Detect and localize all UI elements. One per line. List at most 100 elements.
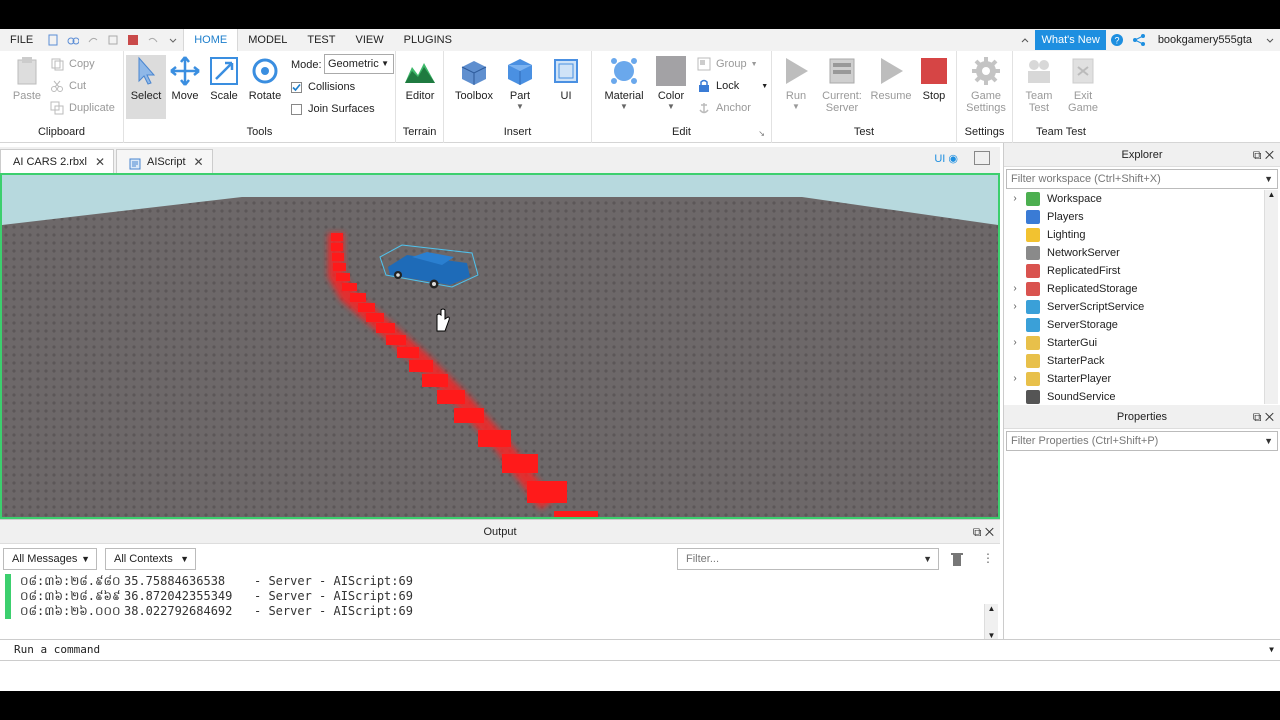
- share-icon[interactable]: [1132, 33, 1146, 47]
- rotate-button[interactable]: Rotate: [245, 55, 285, 102]
- run-button[interactable]: Run ▼: [776, 55, 816, 111]
- help-icon[interactable]: ?: [1110, 33, 1124, 47]
- menu-bar: FILE HOME MODEL TEST VIEW PLUGINS What's…: [0, 29, 1280, 51]
- duplicate-button[interactable]: Duplicate: [50, 101, 115, 115]
- team-test-label-line1: Team: [1025, 90, 1053, 102]
- tools-group: Select Move Scale Rotate Mode: Geometric…: [124, 51, 396, 143]
- tab-plugins[interactable]: PLUGINS: [394, 29, 462, 51]
- explorer-item-lighting[interactable]: Lighting: [1004, 226, 1266, 244]
- stop-small-icon[interactable]: [127, 34, 139, 46]
- collisions-checkbox[interactable]: Collisions: [291, 81, 355, 93]
- move-button[interactable]: Move: [165, 55, 205, 102]
- whats-new-button[interactable]: What's New: [1035, 30, 1106, 50]
- explorer-item-starterpack[interactable]: StarterPack: [1004, 352, 1266, 370]
- expand-chevron-icon[interactable]: ›: [1004, 190, 1026, 208]
- explorer-filter-placeholder: Filter workspace (Ctrl+Shift+X): [1011, 173, 1161, 185]
- scale-button[interactable]: Scale: [204, 55, 244, 102]
- messages-filter-dropdown[interactable]: All Messages ▼: [3, 548, 97, 570]
- scroll-up-icon[interactable]: ▲: [985, 604, 998, 613]
- cut-button[interactable]: Cut: [50, 79, 86, 93]
- explorer-filter-input[interactable]: Filter workspace (Ctrl+Shift+X) ▼: [1006, 169, 1278, 189]
- output-filter-input[interactable]: Filter... ▼: [677, 548, 939, 570]
- current-server-button[interactable]: Current: Server: [820, 55, 864, 114]
- chevron-down-icon[interactable]: ▼: [1269, 640, 1274, 660]
- explorer-item-networkserver[interactable]: NetworkServer: [1004, 244, 1266, 262]
- close-icon[interactable]: ✕: [985, 525, 994, 539]
- expand-chevron-icon[interactable]: ›: [1004, 298, 1026, 316]
- undo-icon[interactable]: [147, 34, 159, 46]
- team-test-button[interactable]: Team Test: [1019, 55, 1059, 114]
- explorer-item-players[interactable]: Players: [1004, 208, 1266, 226]
- more-options-icon[interactable]: ⋮: [982, 551, 994, 565]
- new-file-icon[interactable]: [47, 34, 59, 46]
- copy-button[interactable]: Copy: [50, 57, 95, 71]
- username[interactable]: bookgamery555gta: [1150, 34, 1260, 46]
- mode-select[interactable]: Geometric ▼: [324, 54, 394, 74]
- trail-block: [331, 243, 343, 251]
- undock-icon[interactable]: ⧉: [1253, 148, 1262, 162]
- game-settings-button[interactable]: Game Settings: [963, 55, 1009, 114]
- tab-model[interactable]: MODEL: [238, 29, 297, 51]
- terrain-editor-button[interactable]: Editor: [400, 55, 440, 102]
- close-icon[interactable]: ✕: [194, 151, 204, 173]
- tab-test[interactable]: TEST: [297, 29, 345, 51]
- scroll-up-icon[interactable]: ▲: [1265, 190, 1278, 199]
- tab-home[interactable]: HOME: [183, 29, 239, 51]
- explorer-item-soundservice[interactable]: SoundService: [1004, 388, 1266, 406]
- redo-icon[interactable]: [87, 34, 99, 46]
- explorer-item-replicatedstorage[interactable]: › ReplicatedStorage: [1004, 280, 1266, 298]
- material-button[interactable]: Material ▼: [604, 55, 644, 111]
- account-chevron-icon[interactable]: [1264, 34, 1276, 46]
- server-icon: [829, 58, 855, 84]
- 3d-viewport[interactable]: [0, 173, 1000, 519]
- expand-chevron-icon[interactable]: ›: [1004, 280, 1026, 298]
- ui-visibility-toggle[interactable]: UI ◉: [934, 152, 958, 165]
- color-button[interactable]: Color ▼: [651, 55, 691, 111]
- undock-icon[interactable]: ⧉: [973, 525, 982, 539]
- lock-button[interactable]: Lock ▼: [697, 79, 768, 93]
- stop-button[interactable]: Stop: [914, 55, 954, 102]
- expand-chevron-icon[interactable]: ›: [1004, 334, 1026, 352]
- tab-view[interactable]: VIEW: [345, 29, 393, 51]
- toolbox-button[interactable]: Toolbox: [454, 55, 494, 102]
- contexts-filter-dropdown[interactable]: All Contexts ▼: [105, 548, 196, 570]
- properties-title-bar: Properties ⧉ ✕: [1004, 405, 1280, 429]
- publish-icon[interactable]: [107, 34, 119, 46]
- resume-button[interactable]: Resume: [870, 55, 912, 102]
- paste-button[interactable]: Paste: [7, 55, 47, 102]
- properties-filter-input[interactable]: Filter Properties (Ctrl+Shift+P) ▼: [1006, 431, 1278, 451]
- close-icon[interactable]: ✕: [1265, 410, 1274, 424]
- explorer-item-starterplayer[interactable]: › StarterPlayer: [1004, 370, 1266, 388]
- exit-game-button[interactable]: Exit Game: [1063, 55, 1103, 114]
- part-button[interactable]: Part ▼: [500, 55, 540, 111]
- viewport-layout-icon[interactable]: [974, 151, 990, 165]
- startergui-icon: [1026, 336, 1040, 350]
- collapse-ribbon-icon[interactable]: [1019, 34, 1031, 46]
- explorer-scrollbar[interactable]: ▲: [1264, 190, 1278, 404]
- join-surfaces-checkbox[interactable]: Join Surfaces: [291, 103, 375, 115]
- select-button[interactable]: Select: [126, 55, 166, 119]
- close-icon[interactable]: ✕: [1265, 148, 1274, 162]
- command-bar[interactable]: Run a command ▼: [0, 639, 1280, 661]
- explorer-item-replicatedfirst[interactable]: ReplicatedFirst: [1004, 262, 1266, 280]
- explorer-item-serverstorage[interactable]: ServerStorage: [1004, 316, 1266, 334]
- edit-expand-icon[interactable]: ↘: [758, 129, 765, 138]
- file-menu[interactable]: FILE: [0, 29, 43, 51]
- explorer-item-workspace[interactable]: › Workspace: [1004, 190, 1266, 208]
- mode-value: Geometric: [328, 58, 379, 70]
- tab-place-file[interactable]: AI CARS 2.rbxl ✕: [0, 149, 115, 173]
- trail-block: [350, 293, 366, 302]
- open-icon[interactable]: [67, 34, 80, 46]
- undock-icon[interactable]: ⧉: [1253, 410, 1262, 424]
- explorer-item-startergui[interactable]: › StarterGui: [1004, 334, 1266, 352]
- group-button[interactable]: Group ▼: [697, 57, 758, 71]
- ui-button[interactable]: UI: [546, 55, 586, 102]
- clear-output-trash-icon[interactable]: [950, 551, 964, 567]
- output-scrollbar[interactable]: ▲ ▼: [984, 604, 998, 640]
- tab-aiscript[interactable]: AIScript ✕: [116, 149, 213, 173]
- anchor-button[interactable]: Anchor: [697, 101, 751, 115]
- explorer-item-serverscriptservice[interactable]: › ServerScriptService: [1004, 298, 1266, 316]
- customize-icon[interactable]: [167, 34, 179, 46]
- close-icon[interactable]: ✕: [95, 151, 105, 173]
- expand-chevron-icon[interactable]: ›: [1004, 370, 1026, 388]
